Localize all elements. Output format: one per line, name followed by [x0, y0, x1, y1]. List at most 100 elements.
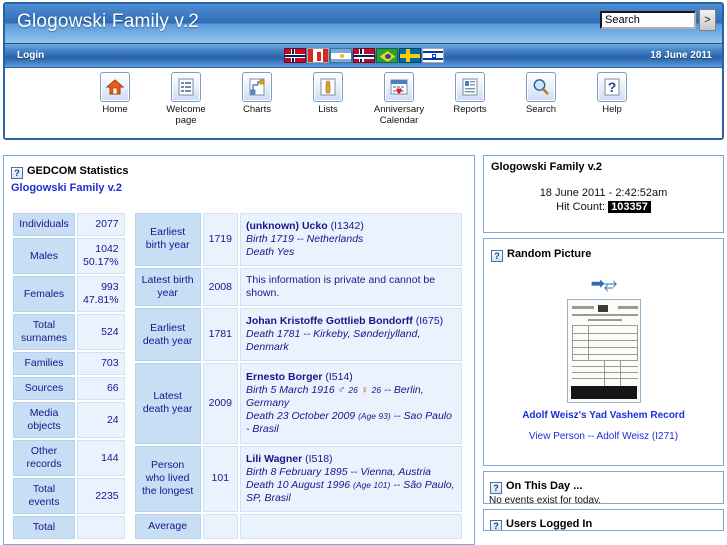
next-picture-arrows[interactable]: ➡⥂: [484, 274, 723, 294]
records-table: Earliest birth year 1719 (unknown) Ucko (I…: [133, 211, 464, 541]
stat-value: 24: [77, 402, 125, 438]
event-line: Death Yes: [245, 245, 295, 258]
table-row: Total: [13, 516, 125, 539]
nav-item-welcome-page[interactable]: Welcome page: [156, 72, 216, 138]
nav-item-anniversary-calendar[interactable]: Anniversary Calendar: [369, 72, 429, 138]
record-year: 101: [202, 445, 238, 513]
reports-icon: [455, 72, 485, 102]
thumbnail-footer-band: [570, 386, 637, 399]
nav-label: Welcome page: [166, 104, 206, 126]
stat-value: 524: [77, 314, 125, 350]
record-year: 1781: [202, 308, 238, 361]
stat-label: Sources: [13, 377, 75, 400]
flag-argentina-icon[interactable]: [329, 48, 352, 63]
server-clock: 18 June 2011 - 2:42:52am: [539, 187, 668, 199]
record-label: Average: [134, 514, 201, 539]
event-line: Death 10 August 1996 (Age 101) -- São Pa…: [245, 478, 455, 504]
table-row: Individuals 2077: [13, 213, 125, 236]
hit-counter-line: Hit Count: 103357: [484, 201, 723, 213]
nav-label: Lists: [318, 104, 338, 115]
help-question-icon[interactable]: ?: [491, 250, 503, 262]
gedcom-name-link[interactable]: Glogowski Family v.2: [4, 179, 474, 194]
search-icon: [526, 72, 556, 102]
site-title: Glogowski Family v.2: [17, 11, 200, 32]
record-label: Earliest birth year: [134, 213, 201, 266]
flag-norway-icon[interactable]: [283, 48, 306, 63]
record-detail: Lili Wagner (I518) Birth 8 February 1895 …: [239, 445, 462, 513]
stat-label: Total: [13, 516, 75, 539]
on-this-day-text: No events exist for today.: [489, 495, 602, 504]
counts-table: Individuals 2077 Males 1042 50.17% Females 993…: [11, 211, 127, 541]
record-year: 2008: [202, 267, 238, 307]
header-search: >: [600, 9, 716, 31]
event-line: Death 1781 -- Kirkeby, Sønderjylland, De…: [245, 328, 421, 354]
flag-brazil-icon[interactable]: [375, 48, 398, 63]
stat-value: 2077: [77, 213, 125, 236]
event-line: Birth 8 February 1895 -- Vienna, Austria: [245, 465, 431, 478]
stat-value: [77, 516, 125, 539]
flag-sweden-icon[interactable]: [398, 48, 421, 63]
flag-iceland-icon[interactable]: [352, 48, 375, 63]
nav-label: Home: [102, 104, 128, 115]
main-navigation: Home Welcome page Charts Lists Anniversa…: [5, 68, 722, 138]
person-name-link[interactable]: (unknown) Ucko: [246, 220, 328, 232]
search-submit-button[interactable]: >: [699, 9, 716, 31]
nav-item-help[interactable]: ? Help: [582, 72, 642, 138]
hit-count-label: Hit Count:: [556, 201, 606, 213]
utility-bar: Login 18 June 2011: [5, 44, 722, 68]
help-icon: ?: [597, 72, 627, 102]
table-row: Other records 144: [13, 440, 125, 476]
table-row: Total surnames 524: [13, 314, 125, 350]
nav-item-reports[interactable]: Reports: [440, 72, 500, 138]
login-link[interactable]: Login: [17, 50, 44, 61]
person-name-link[interactable]: Ernesto Borger: [246, 371, 322, 383]
welcome-block-title: Glogowski Family v.2: [491, 161, 603, 173]
table-row: Sources 66: [13, 377, 125, 400]
help-question-icon[interactable]: ?: [490, 520, 502, 530]
table-row: Average: [134, 514, 462, 539]
record-year: 1719: [202, 213, 238, 266]
random-picture-block: ? Random Picture ➡⥂ Adolf Weisz's Yad Va…: [483, 238, 724, 466]
help-question-icon[interactable]: ?: [490, 482, 502, 494]
view-person-link[interactable]: View Person -- Adolf Weisz (I271): [484, 431, 723, 442]
flag-canada-icon[interactable]: [306, 48, 329, 63]
charts-icon: [242, 72, 272, 102]
person-name-link[interactable]: Johan Kristoffe Gottlieb Bondorff: [246, 315, 413, 327]
current-date-label: 18 June 2011: [650, 50, 712, 61]
record-label: Person who lived the longest: [134, 445, 201, 513]
hit-count-value: 103357: [608, 201, 651, 213]
record-detail: [239, 514, 462, 539]
random-picture-thumbnail[interactable]: [566, 299, 641, 403]
table-row: Media objects 24: [13, 402, 125, 438]
record-year: 2009: [202, 363, 238, 444]
statistics-tables: Individuals 2077 Males 1042 50.17% Females 993…: [4, 211, 474, 541]
table-row: Latest death year 2009 Ernesto Borger (I51…: [134, 363, 462, 444]
stat-label: Other records: [13, 440, 75, 476]
private-notice: This information is private and cannot b…: [245, 274, 436, 299]
language-flag-strip: [283, 48, 444, 63]
home-icon: [100, 72, 130, 102]
flag-israel-icon[interactable]: [421, 48, 444, 63]
gedcom-statistics-panel: ? GEDCOM Statistics Glogowski Family v.2 …: [3, 155, 475, 545]
table-row: Earliest death year 1781 Johan Kristoffe G…: [134, 308, 462, 361]
title-bar: Glogowski Family v.2 >: [5, 4, 722, 44]
panel-title: GEDCOM Statistics: [27, 165, 129, 177]
users-logged-in-title: Users Logged In: [506, 518, 593, 530]
nav-item-lists[interactable]: Lists: [298, 72, 358, 138]
nav-item-home[interactable]: Home: [85, 72, 145, 138]
person-name-link[interactable]: Lili Wagner: [246, 453, 302, 465]
search-input[interactable]: [600, 11, 696, 29]
person-id: (I514): [325, 370, 353, 383]
site-header: Glogowski Family v.2 > Login 18 June 201…: [3, 2, 724, 140]
nav-item-search[interactable]: Search: [511, 72, 571, 138]
nav-item-charts[interactable]: Charts: [227, 72, 287, 138]
on-this-day-title: On This Day ...: [506, 480, 583, 492]
random-picture-caption-link[interactable]: Adolf Weisz's Yad Vashem Record: [484, 410, 723, 421]
random-picture-title: Random Picture: [507, 248, 592, 260]
help-question-icon[interactable]: ?: [11, 167, 23, 179]
record-detail: Ernesto Borger (I514) Birth 5 March 1916 …: [239, 363, 462, 444]
table-row: Females 993 47.81%: [13, 276, 125, 312]
welcome-page-icon: [171, 72, 201, 102]
stat-value: 703: [77, 352, 125, 375]
event-line: Birth 1719 -- Netherlands: [245, 232, 364, 245]
